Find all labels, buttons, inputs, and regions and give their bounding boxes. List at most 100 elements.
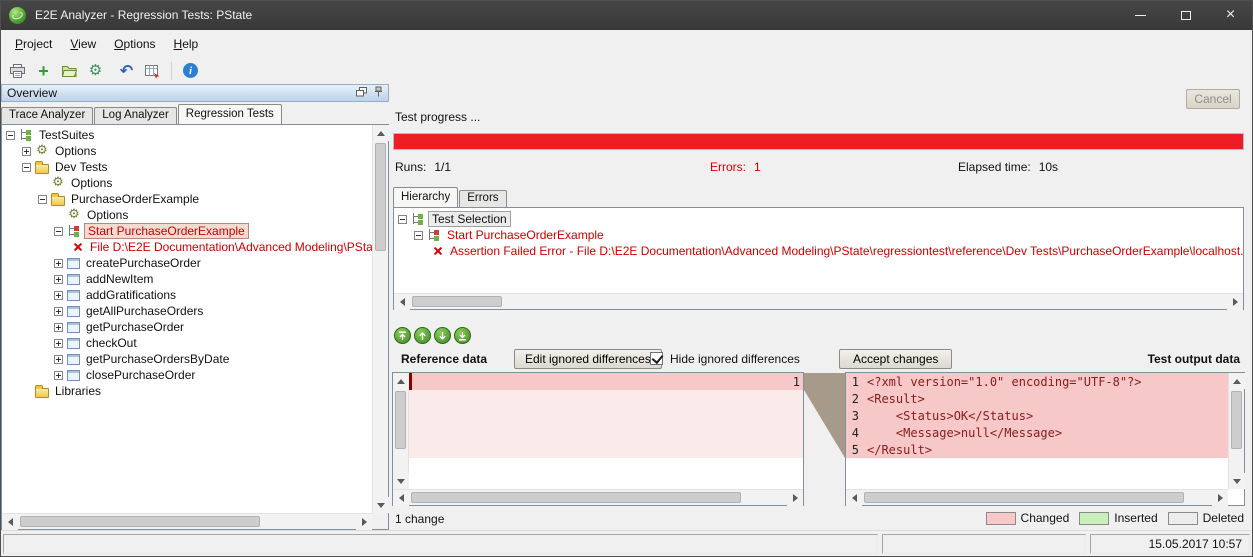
scrollbar-thumb[interactable] xyxy=(1231,391,1242,449)
hierarchy-horizontal-scrollbar[interactable] xyxy=(394,293,1243,309)
expand-icon[interactable] xyxy=(22,147,31,156)
scrollbar-thumb[interactable] xyxy=(411,492,741,503)
tree-item-options-3[interactable]: Options xyxy=(2,207,372,223)
diff-line[interactable]: 1<?xml version="1.0" encoding="UTF-8"?> xyxy=(846,373,1228,390)
tree-item-addgratifications[interactable]: addGratifications xyxy=(2,287,372,303)
diff-line[interactable]: 3 <Status>OK</Status> xyxy=(846,407,1228,424)
reference-content[interactable]: 1 xyxy=(409,373,803,489)
expand-icon[interactable] xyxy=(54,259,63,268)
tree-item-testsuites[interactable]: TestSuites xyxy=(2,127,372,143)
tree-item-getpurchaseorder[interactable]: getPurchaseOrder xyxy=(2,319,372,335)
export-icon[interactable] xyxy=(141,59,164,82)
tree-item-assertion-failed[interactable]: Assertion Failed Error - File D:\E2E Doc… xyxy=(394,243,1243,259)
tree-item-start-purchaseorderexample-result[interactable]: Start PurchaseOrderExample xyxy=(394,227,1243,243)
menu-project[interactable]: Project xyxy=(6,32,61,56)
close-button[interactable]: × xyxy=(1208,0,1253,30)
scroll-right-icon[interactable] xyxy=(1227,294,1243,310)
tree-horizontal-scrollbar[interactable] xyxy=(2,513,372,529)
collapse-icon[interactable] xyxy=(38,195,47,204)
tree-item-createpurchaseorder[interactable]: createPurchaseOrder xyxy=(2,255,372,271)
tree-item-options-2[interactable]: Options xyxy=(2,175,372,191)
collapse-icon[interactable] xyxy=(22,163,31,172)
menu-view[interactable]: View xyxy=(61,32,105,56)
tab-trace-analyzer[interactable]: Trace Analyzer xyxy=(1,107,93,124)
maximize-button[interactable] xyxy=(1163,0,1208,30)
undo-icon[interactable]: ↶ xyxy=(115,59,138,82)
scroll-up-icon[interactable] xyxy=(373,125,389,141)
expand-icon[interactable] xyxy=(54,307,63,316)
first-difference-button[interactable] xyxy=(394,327,411,344)
output-content[interactable]: 1<?xml version="1.0" encoding="UTF-8"?> … xyxy=(846,373,1228,489)
tree-item-getallpurchaseorders[interactable]: getAllPurchaseOrders xyxy=(2,303,372,319)
reference-vertical-scrollbar[interactable] xyxy=(393,373,409,489)
scrollbar-thumb[interactable] xyxy=(20,516,260,527)
scrollbar-thumb[interactable] xyxy=(375,143,386,251)
tab-log-analyzer[interactable]: Log Analyzer xyxy=(94,107,177,124)
tab-hierarchy[interactable]: Hierarchy xyxy=(393,187,458,207)
titlebar[interactable]: E2E Analyzer - Regression Tests: PState … xyxy=(0,0,1253,30)
tree-item-error-file[interactable]: File D:\E2E Documentation\Advanced Model… xyxy=(2,239,372,255)
collapse-icon[interactable] xyxy=(6,131,15,140)
next-difference-button[interactable] xyxy=(434,327,451,344)
expand-icon[interactable] xyxy=(54,371,63,380)
reference-horizontal-scrollbar[interactable] xyxy=(393,489,803,505)
scrollbar-thumb[interactable] xyxy=(864,492,1184,503)
tab-errors[interactable]: Errors xyxy=(459,190,506,207)
collapse-icon[interactable] xyxy=(398,215,407,224)
info-icon[interactable]: i xyxy=(179,59,202,82)
edit-ignored-differences-button[interactable]: Edit ignored differences xyxy=(514,349,662,369)
scrollbar-thumb[interactable] xyxy=(412,296,502,307)
menu-options[interactable]: Options xyxy=(105,32,164,56)
scrollbar-thumb[interactable] xyxy=(395,391,406,449)
diff-line[interactable]: 2<Result> xyxy=(846,390,1228,407)
tab-regression-tests[interactable]: Regression Tests xyxy=(178,104,282,124)
output-horizontal-scrollbar[interactable] xyxy=(846,489,1228,505)
diff-line[interactable]: 1 xyxy=(409,373,803,390)
float-window-icon[interactable] xyxy=(356,86,367,100)
expand-icon[interactable] xyxy=(54,291,63,300)
tree-item-options-1[interactable]: Options xyxy=(2,143,372,159)
scroll-right-icon[interactable] xyxy=(1212,490,1228,506)
diff-line[interactable]: 5</Result> xyxy=(846,441,1228,458)
tree-item-test-selection[interactable]: Test Selection xyxy=(394,211,1243,227)
scroll-up-icon[interactable] xyxy=(1229,373,1245,389)
previous-difference-button[interactable] xyxy=(414,327,431,344)
tree-item-purchaseorderexample[interactable]: PurchaseOrderExample xyxy=(2,191,372,207)
collapse-icon[interactable] xyxy=(54,227,63,236)
print-icon[interactable] xyxy=(6,59,29,82)
tree-item-checkout[interactable]: checkOut xyxy=(2,335,372,351)
scroll-left-icon[interactable] xyxy=(393,490,409,506)
expand-icon[interactable] xyxy=(54,323,63,332)
diff-line[interactable]: 4 <Message>null</Message> xyxy=(846,424,1228,441)
tree-item-getpurchaseordersbydate[interactable]: getPurchaseOrdersByDate xyxy=(2,351,372,367)
last-difference-button[interactable] xyxy=(454,327,471,344)
tree-item-start-purchaseorderexample[interactable]: Start PurchaseOrderExample xyxy=(2,223,372,239)
collapse-icon[interactable] xyxy=(414,231,423,240)
output-vertical-scrollbar[interactable] xyxy=(1228,373,1244,489)
tree-vertical-scrollbar[interactable] xyxy=(372,125,388,513)
tree-item-addnewitem[interactable]: addNewItem xyxy=(2,271,372,287)
scroll-down-icon[interactable] xyxy=(1229,473,1245,489)
minimize-button[interactable] xyxy=(1118,0,1163,30)
scroll-up-icon[interactable] xyxy=(393,373,409,389)
scroll-down-icon[interactable] xyxy=(373,497,389,513)
scroll-left-icon[interactable] xyxy=(846,490,862,506)
hide-ignored-label[interactable]: Hide ignored differences xyxy=(670,352,800,366)
open-folder-icon[interactable] xyxy=(58,59,81,82)
expand-icon[interactable] xyxy=(54,339,63,348)
pin-icon[interactable] xyxy=(374,86,383,100)
settings-icon[interactable] xyxy=(84,59,107,82)
tree-item-dev-tests[interactable]: Dev Tests xyxy=(2,159,372,175)
tree-item-libraries[interactable]: Libraries xyxy=(2,383,372,399)
scroll-down-icon[interactable] xyxy=(393,473,409,489)
accept-changes-button[interactable]: Accept changes xyxy=(839,349,952,369)
scroll-right-icon[interactable] xyxy=(787,490,803,506)
add-icon[interactable]: + xyxy=(32,59,55,82)
expand-icon[interactable] xyxy=(54,355,63,364)
hide-ignored-checkbox[interactable] xyxy=(650,352,663,365)
menu-help[interactable]: Help xyxy=(165,32,208,56)
scroll-left-icon[interactable] xyxy=(2,514,18,530)
scroll-left-icon[interactable] xyxy=(394,294,410,310)
cancel-button[interactable]: Cancel xyxy=(1186,89,1240,109)
expand-icon[interactable] xyxy=(54,275,63,284)
